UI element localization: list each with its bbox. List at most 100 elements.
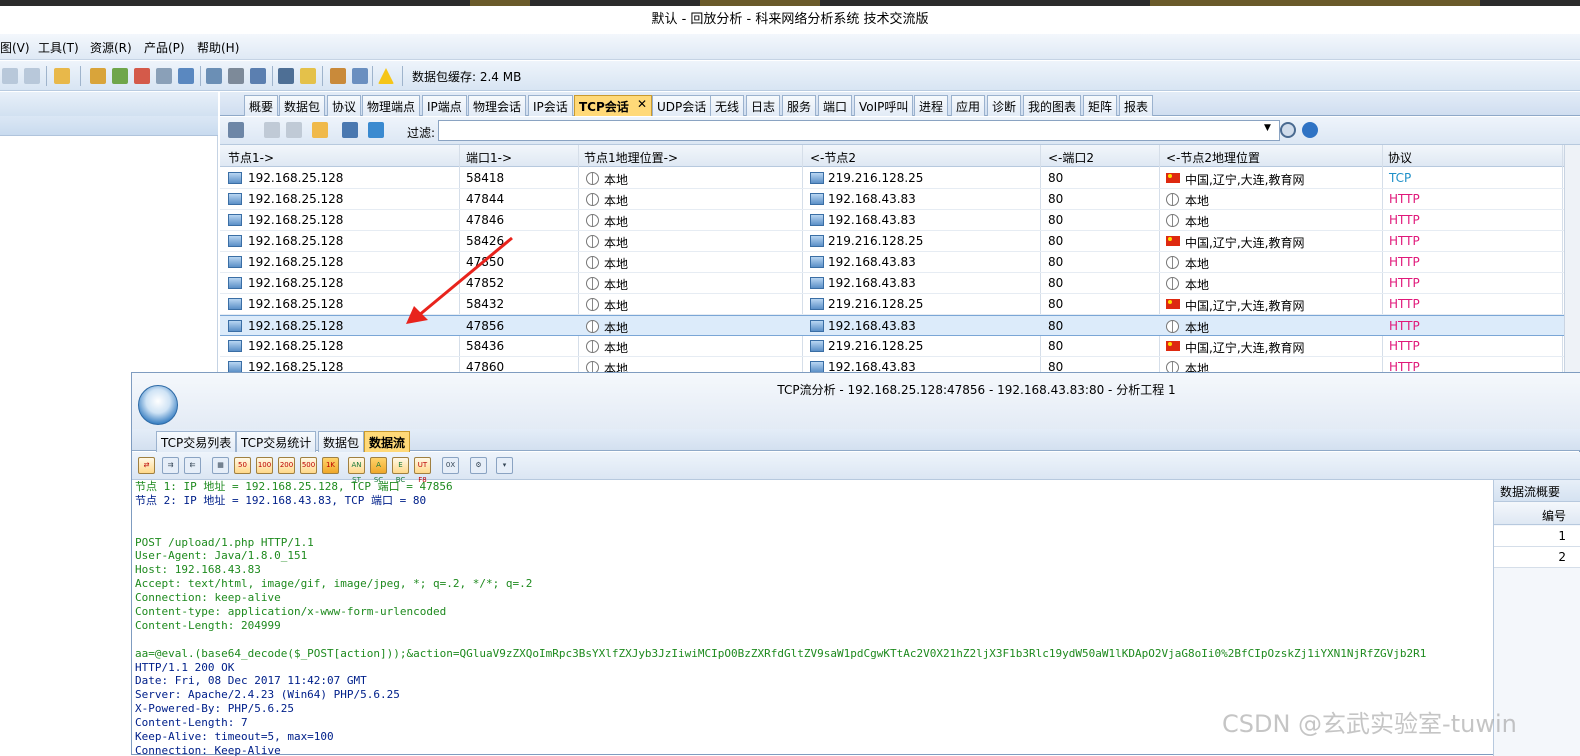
network-icon[interactable]: [178, 68, 194, 84]
list-icon[interactable]: [156, 68, 172, 84]
ansi-icon[interactable]: AN ST: [348, 457, 365, 484]
col-geo2[interactable]: <-节点2地理位置: [1166, 149, 1260, 166]
direction-both-icon[interactable]: ⇄: [138, 457, 155, 474]
filter-bar: 过滤: ▼: [220, 117, 1580, 145]
layout-icon[interactable]: [2, 68, 18, 84]
tab-udp-session[interactable]: UDP会话: [652, 95, 712, 116]
filter-icon[interactable]: [342, 122, 358, 138]
utf8-icon[interactable]: UT F8: [414, 457, 431, 484]
size-50-icon[interactable]: 50: [234, 457, 251, 474]
tab-service[interactable]: 服务: [782, 95, 817, 116]
col-port1[interactable]: 端口1->: [466, 149, 512, 166]
table-row[interactable]: 192.168.25.128 47860 本地 192.168.43.83 80 本地 HT…: [220, 357, 1564, 373]
help-icon[interactable]: [1302, 122, 1318, 138]
tab-tcp-transactions[interactable]: TCP交易列表: [156, 431, 237, 452]
ebcdic-icon[interactable]: E BC: [392, 457, 409, 484]
menu-resources[interactable]: 资源(R): [90, 39, 132, 56]
direction-forward-icon[interactable]: ⇉: [162, 457, 179, 474]
stream-line: User-Agent: Java/1.8.0_151: [135, 549, 308, 563]
search-icon[interactable]: [1280, 122, 1296, 138]
tab-protocol[interactable]: 协议: [327, 95, 362, 116]
tab-report[interactable]: 报表: [1119, 95, 1154, 116]
tab-ip-session[interactable]: IP会话: [528, 95, 573, 116]
computer-icon: [228, 320, 242, 332]
refresh-icon[interactable]: [368, 122, 384, 138]
globe-icon: [586, 340, 599, 353]
cell-geo2: 本地: [1185, 215, 1210, 229]
table-row[interactable]: 192.168.25.128 58436 本地 219.216.128.25 80 中国,…: [220, 336, 1564, 357]
table-row[interactable]: 192.168.25.128 47846 本地 192.168.43.83 80 本地 HT…: [220, 210, 1564, 231]
tab-application[interactable]: 应用: [951, 95, 986, 116]
size-1k-icon[interactable]: 1K: [322, 457, 339, 474]
view-mode-icon[interactable]: [228, 122, 244, 138]
tab-log[interactable]: 日志: [746, 95, 781, 116]
tab-process[interactable]: 进程: [914, 95, 949, 116]
refresh-icon[interactable]: [278, 68, 294, 84]
layout2-icon[interactable]: [24, 68, 40, 84]
cell-port2: 80: [1048, 255, 1064, 269]
close-icon[interactable]: ✕: [637, 97, 647, 111]
cell-port2: 80: [1048, 339, 1064, 353]
menu-tools[interactable]: 工具(T): [38, 39, 79, 56]
hex-icon[interactable]: 0X: [442, 457, 459, 474]
tab-stream-packets[interactable]: 数据包: [318, 431, 365, 452]
tab-wireless[interactable]: 无线: [710, 95, 745, 116]
menu-view[interactable]: 图(V): [0, 39, 30, 56]
table-row[interactable]: 192.168.25.128 47844 本地 192.168.43.83 80 本地 HT…: [220, 189, 1564, 210]
highlight-icon[interactable]: [312, 122, 328, 138]
size-200-icon[interactable]: 200: [278, 457, 295, 474]
warning-icon[interactable]: [378, 68, 394, 84]
expand-icon[interactable]: [264, 122, 280, 138]
tab-data-stream[interactable]: 数据流: [364, 431, 411, 452]
tab-physical-session[interactable]: 物理会话: [468, 95, 527, 116]
tab-overview[interactable]: 概要: [244, 95, 279, 116]
stream-line: POST /upload/1.php HTTP/1.1: [135, 535, 314, 549]
table-row[interactable]: 192.168.25.128 58418 本地 219.216.128.25 80 中国,…: [220, 168, 1564, 189]
export-icon[interactable]: ▾: [496, 457, 513, 474]
table-scrollbar[interactable]: [1564, 145, 1580, 373]
size-500-icon[interactable]: 500: [300, 457, 317, 474]
export-icon[interactable]: [250, 68, 266, 84]
settings-icon[interactable]: [90, 68, 106, 84]
col-node1[interactable]: 节点1->: [228, 149, 274, 166]
tools-icon[interactable]: [112, 68, 128, 84]
tab-ip-endpoint[interactable]: IP端点: [422, 95, 467, 116]
edit-icon[interactable]: [54, 68, 70, 84]
tab-diagnosis[interactable]: 诊断: [987, 95, 1022, 116]
grid-icon[interactable]: ▦: [212, 457, 229, 474]
summary-row[interactable]: 1: [1494, 526, 1580, 547]
tab-physical-endpoint[interactable]: 物理端点: [362, 95, 421, 116]
col-port2[interactable]: <-端口2: [1048, 149, 1094, 166]
tab-matrix[interactable]: 矩阵: [1083, 95, 1118, 116]
tab-port[interactable]: 端口: [818, 95, 853, 116]
tools-icon[interactable]: ⚙: [470, 457, 487, 474]
cell-port2: 80: [1048, 297, 1064, 311]
save-icon[interactable]: [206, 68, 222, 84]
globe-icon: [1166, 214, 1179, 227]
tab-packets[interactable]: 数据包: [279, 95, 326, 116]
add-icon[interactable]: [134, 68, 150, 84]
filter-input[interactable]: [438, 120, 1280, 141]
menu-help[interactable]: 帮助(H): [197, 39, 239, 56]
tab-tcp-stats[interactable]: TCP交易统计: [236, 431, 317, 452]
menu-products[interactable]: 产品(P): [144, 39, 185, 56]
col-node2[interactable]: <-节点2: [810, 149, 856, 166]
cell-protocol: HTTP: [1389, 276, 1420, 290]
direction-back-icon[interactable]: ⇇: [184, 457, 201, 474]
summary-row[interactable]: 2: [1494, 547, 1580, 568]
col-geo1[interactable]: 节点1地理位置->: [584, 149, 678, 166]
dropdown-arrow-icon[interactable]: ▼: [1264, 123, 1271, 133]
report-icon[interactable]: [352, 68, 368, 84]
tab-voip[interactable]: VoIP呼叫: [854, 95, 914, 116]
tab-my-charts[interactable]: 我的图表: [1023, 95, 1082, 116]
col-protocol[interactable]: 协议: [1388, 149, 1412, 166]
ascii-icon[interactable]: A SC: [370, 457, 387, 484]
collapse-icon[interactable]: [286, 122, 302, 138]
summary-column-number[interactable]: 编号: [1494, 504, 1580, 525]
tab-tcp-session[interactable]: TCP会话 ✕: [574, 95, 652, 116]
stream-tabs: TCP交易列表 TCP交易统计 数据包 数据流: [132, 429, 1580, 452]
note-icon[interactable]: [330, 68, 346, 84]
folder-icon[interactable]: [300, 68, 316, 84]
size-100-icon[interactable]: 100: [256, 457, 273, 474]
filter-icon[interactable]: [228, 68, 244, 84]
